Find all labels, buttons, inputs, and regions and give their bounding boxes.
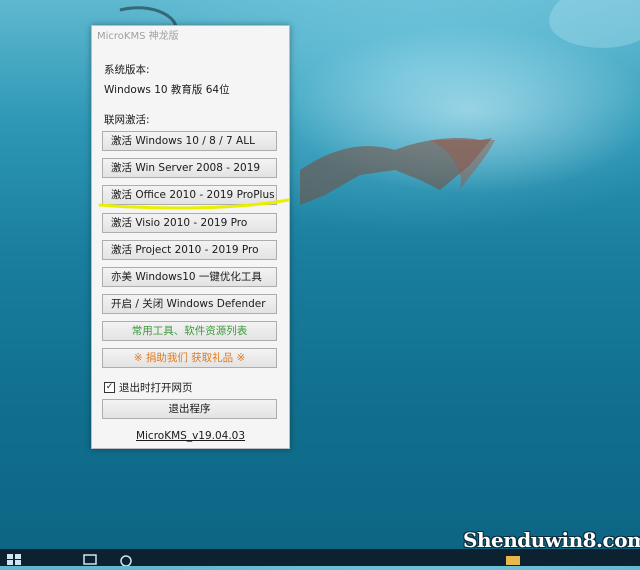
windows10-optimize-button[interactable]: 亦美 Windows10 一键优化工具 (102, 267, 277, 287)
exit-button[interactable]: 退出程序 (102, 399, 277, 419)
window-title: MicroKMS 神龙版 (97, 31, 179, 42)
activate-visio-button[interactable]: 激活 Visio 2010 - 2019 Pro (102, 213, 277, 233)
open-page-on-exit-row[interactable]: ✓ 退出时打开网页 (104, 380, 193, 395)
activate-project-button[interactable]: 激活 Project 2010 - 2019 Pro (102, 240, 277, 260)
task-view-icon[interactable] (82, 551, 98, 565)
start-icon[interactable] (6, 551, 22, 565)
activate-win-server-button[interactable]: 激活 Win Server 2008 - 2019 (102, 158, 277, 178)
donate-button[interactable]: ※ 捐助我们 获取礼品 ※ (102, 348, 277, 368)
system-version-value: Windows 10 教育版 64位 (104, 84, 230, 96)
version-link[interactable]: MicroKMS_v19.04.03 (92, 430, 289, 442)
windows-defender-toggle-button[interactable]: 开启 / 关闭 Windows Defender (102, 294, 277, 314)
microkms-window: MicroKMS 神龙版 系统版本: Windows 10 教育版 64位 联网… (91, 25, 290, 449)
tools-resources-button[interactable]: 常用工具、软件资源列表 (102, 321, 277, 341)
online-activation-label: 联网激活: (104, 114, 150, 126)
open-page-on-exit-checkbox[interactable]: ✓ (104, 382, 115, 393)
system-version-label: 系统版本: (104, 64, 150, 76)
watermark: Shenduwin8.com (463, 528, 640, 552)
app-icon[interactable] (118, 551, 134, 567)
open-page-on-exit-label: 退出时打开网页 (119, 382, 193, 394)
activate-windows-button[interactable]: 激活 Windows 10 / 8 / 7 ALL (102, 131, 277, 151)
folder-icon[interactable] (505, 551, 521, 565)
activate-office-button[interactable]: 激活 Office 2010 - 2019 ProPlus (102, 185, 277, 205)
